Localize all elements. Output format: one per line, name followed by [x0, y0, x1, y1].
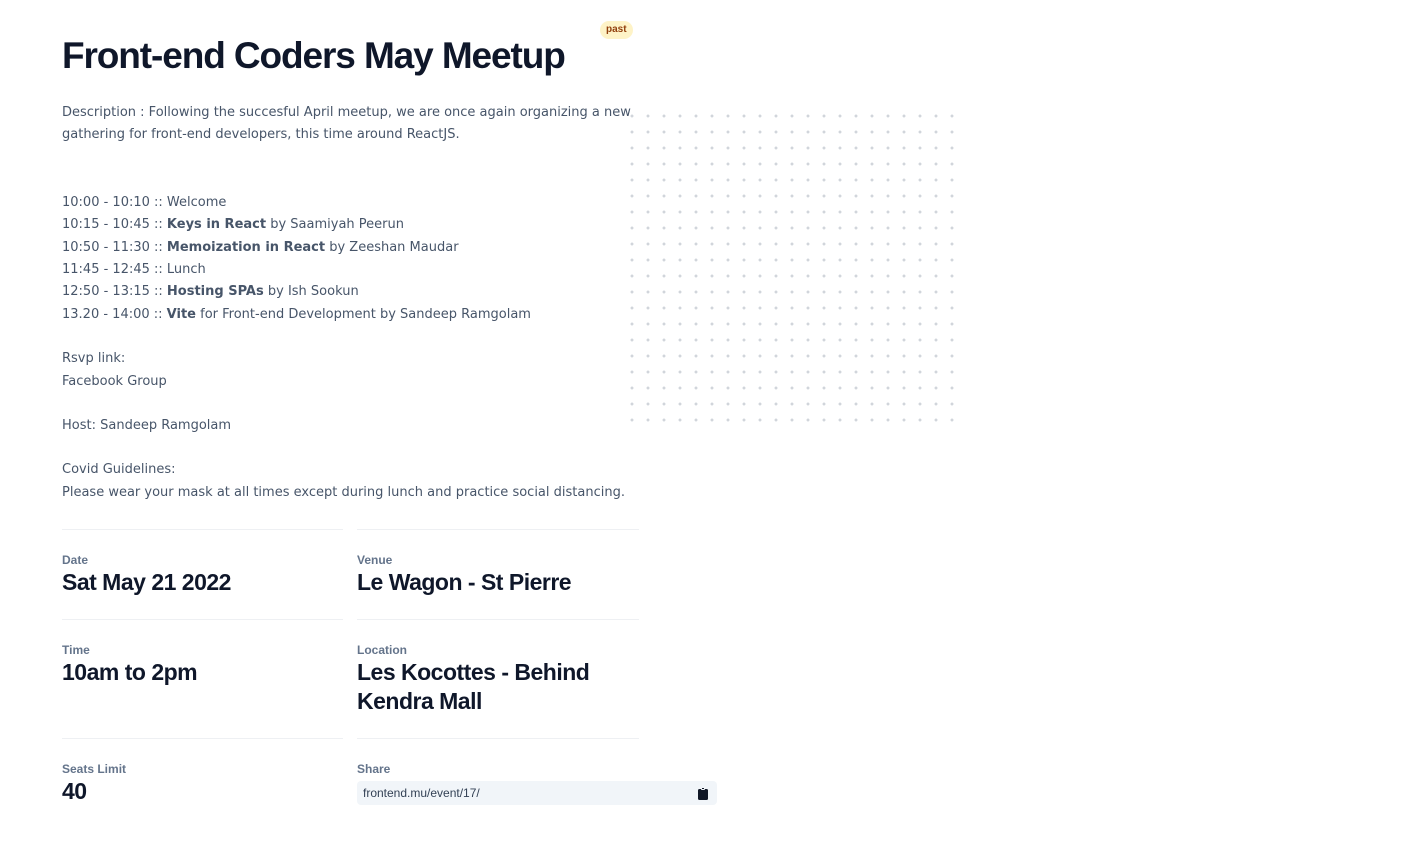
location-label: Location	[357, 643, 407, 658]
time-label: Time	[62, 643, 90, 658]
schedule-item: 12:50 - 13:15 :: Hosting SPAs by Ish Soo…	[62, 284, 359, 300]
event-header: Front-end Coders May Meetup past	[62, 21, 742, 92]
schedule-item: 11:45 - 12:45 :: Lunch	[62, 262, 206, 278]
venue-value: Le Wagon - St Pierre	[357, 569, 572, 596]
event-details: Date Sat May 21 2022 Venue Le Wagon - St…	[62, 529, 717, 828]
seats-label: Seats Limit	[62, 762, 127, 777]
venue-label: Venue	[357, 553, 393, 568]
date-label: Date	[62, 553, 89, 568]
covid-label: Covid Guidelines:	[62, 462, 176, 478]
schedule-item: 10:15 - 10:45 :: Keys in React by Saamiy…	[62, 217, 404, 233]
date-value: Sat May 21 2022	[62, 569, 231, 596]
status-badge: past	[600, 21, 633, 39]
event-page: Front-end Coders May Meetup past Descrip…	[62, 21, 742, 828]
page-title: Front-end Coders May Meetup	[62, 35, 566, 76]
location-detail: Location Les Kocottes - Behind Kendra Ma…	[357, 619, 639, 738]
schedule-item: 10:00 - 10:10 :: Welcome	[62, 194, 227, 210]
schedule-item: 13.20 - 14:00 :: Vite for Front-end Deve…	[62, 306, 531, 322]
time-value: 10am to 2pm	[62, 659, 198, 686]
schedule-list: 10:00 - 10:10 :: Welcome 10:15 - 10:45 :…	[62, 192, 642, 326]
host-text: Host: Sandeep Ramgolam	[62, 418, 232, 434]
share-url[interactable]: frontend.mu/event/17/	[363, 786, 480, 800]
location-value: Les Kocottes - Behind Kendra Mall	[357, 659, 590, 715]
seats-detail: Seats Limit 40	[62, 738, 343, 828]
description-intro: Description : Following the succesful Ap…	[62, 105, 631, 143]
share-url-field[interactable]: frontend.mu/event/17/	[357, 781, 717, 806]
rsvp-link[interactable]: Facebook Group	[62, 371, 642, 393]
date-detail: Date Sat May 21 2022	[62, 529, 343, 619]
clipboard-icon[interactable]	[698, 786, 709, 800]
covid-text: Please wear your mask at all times excep…	[62, 484, 625, 500]
share-label: Share	[357, 762, 391, 777]
time-detail: Time 10am to 2pm	[62, 619, 343, 738]
schedule-item: 10:50 - 11:30 :: Memoization in React by…	[62, 239, 459, 255]
venue-detail: Venue Le Wagon - St Pierre	[357, 529, 639, 619]
share-detail: Share frontend.mu/event/17/	[357, 738, 717, 828]
rsvp-label: Rsvp link:	[62, 351, 126, 367]
event-description: Description : Following the succesful Ap…	[62, 102, 642, 504]
seats-value: 40	[62, 778, 87, 805]
